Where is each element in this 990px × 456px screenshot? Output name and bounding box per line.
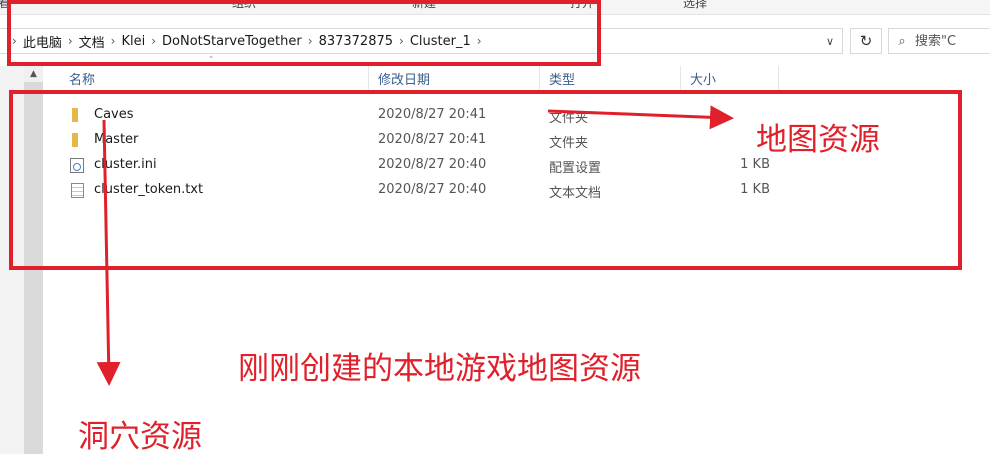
annotation-map-resource: 地图资源	[756, 122, 880, 158]
annotation-created-map: 刚刚创建的本地游戏地图资源	[238, 351, 641, 387]
arrow-to-caves-label	[96, 119, 121, 386]
arrow-to-map-label	[547, 105, 734, 130]
annotation-caves-resource: 洞穴资源	[78, 419, 202, 455]
